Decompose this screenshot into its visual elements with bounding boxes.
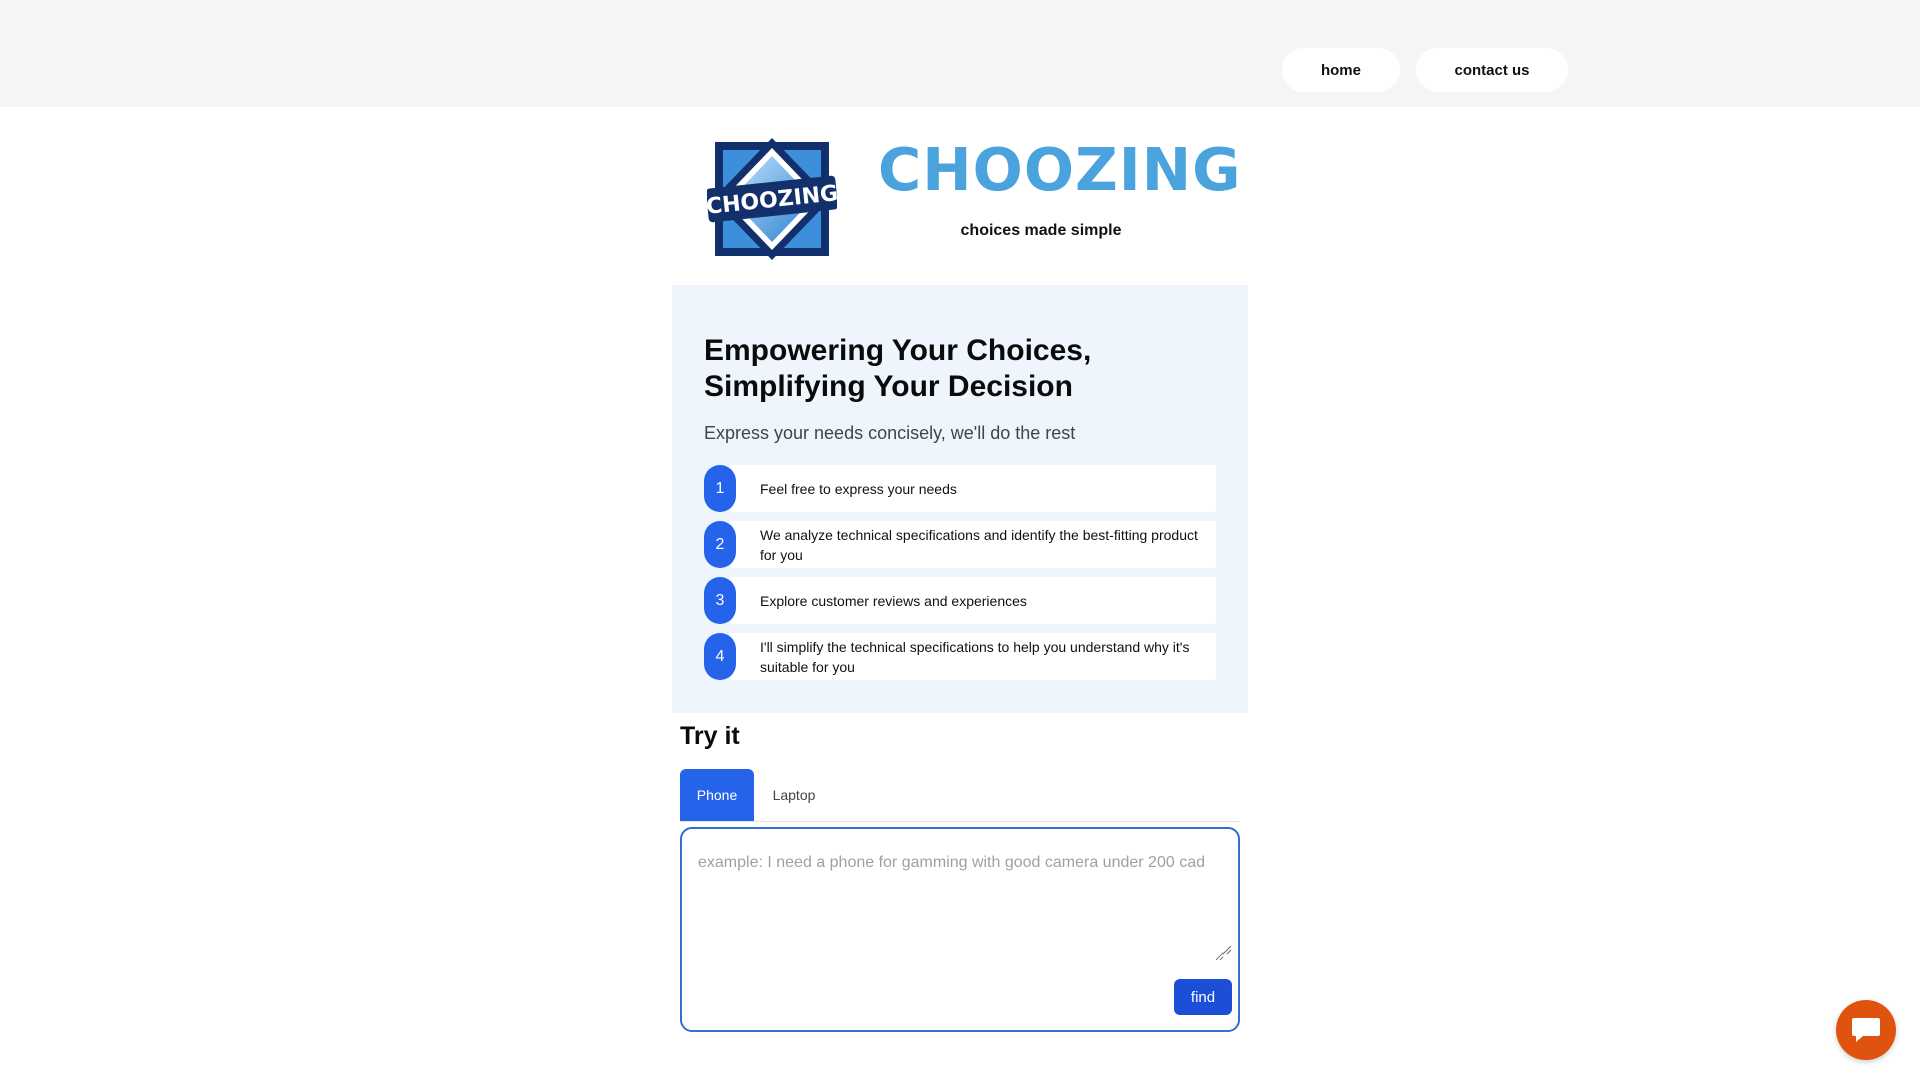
step-text: Feel free to express your needs (730, 465, 1216, 512)
step-number: 4 (704, 633, 736, 680)
resize-handle-icon[interactable] (1222, 945, 1232, 955)
tab-laptop[interactable]: Laptop (764, 769, 824, 821)
step-item: We analyze technical specifications and … (704, 521, 1216, 568)
step-item: Feel free to express your needs 1 (704, 465, 1216, 512)
hero-subtitle: Express your needs concisely, we'll do t… (704, 423, 1076, 443)
hero-card: Empowering Your Choices, Simplifying You… (672, 285, 1248, 713)
find-button[interactable]: find (1174, 979, 1232, 1015)
query-box: find (680, 827, 1240, 1032)
hero-title: Empowering Your Choices, Simplifying You… (704, 334, 1092, 403)
step-text: I'll simplify the technical specificatio… (730, 633, 1216, 680)
chat-bubble-icon (1852, 1018, 1880, 1042)
top-bar: home contact us (0, 0, 1920, 107)
tab-phone[interactable]: Phone (680, 769, 754, 821)
brand-title: CHOOZING (878, 135, 1242, 204)
nav-contact-button[interactable]: contact us (1416, 48, 1568, 92)
step-number: 3 (704, 577, 736, 624)
nav-home-button[interactable]: home (1282, 48, 1400, 92)
step-text: Explore customer reviews and experiences (730, 577, 1216, 624)
try-it-title: Try it (680, 722, 740, 750)
step-number: 1 (704, 465, 736, 512)
chat-button[interactable] (1836, 1000, 1896, 1060)
step-text: We analyze technical specifications and … (730, 521, 1216, 568)
step-item: I'll simplify the technical specificatio… (704, 633, 1216, 680)
needs-input[interactable] (698, 851, 1224, 961)
steps-list: Feel free to express your needs 1 We ana… (704, 465, 1216, 689)
brand-tagline: choices made simple (960, 222, 1122, 239)
step-item: Explore customer reviews and experiences… (704, 577, 1216, 624)
product-tabs: Phone Laptop (680, 769, 1240, 822)
choozing-logo: CHOOZING (707, 138, 837, 260)
step-number: 2 (704, 521, 736, 568)
